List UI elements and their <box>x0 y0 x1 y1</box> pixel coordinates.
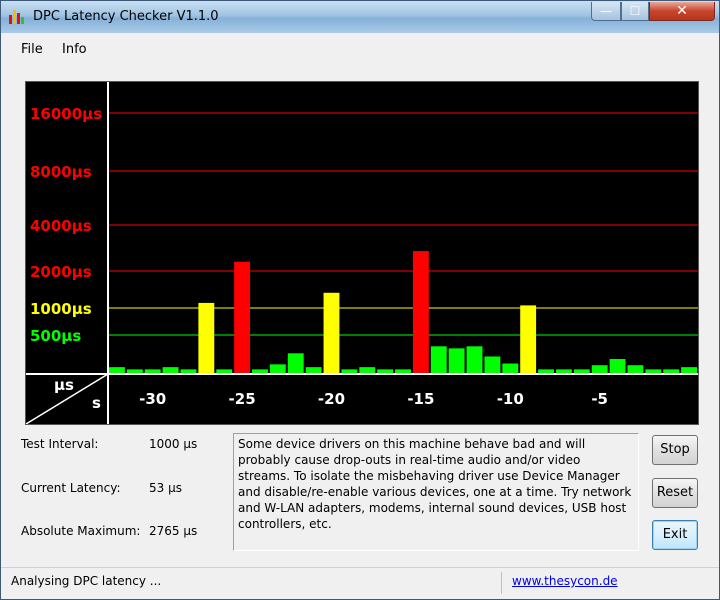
y-tick-label: 4000µs <box>30 217 92 235</box>
minimize-button[interactable]: — <box>591 2 621 21</box>
status-text: Analysing DPC latency ... <box>11 574 162 588</box>
maximize-button[interactable]: ☐ <box>621 2 649 21</box>
x-tick-label: -30 <box>139 390 166 408</box>
title-bar[interactable]: DPC Latency Checker V1.1.0 — ☐ ✕ <box>1 1 719 33</box>
current-latency-label: Current Latency: <box>21 481 121 495</box>
latency-bar <box>520 305 537 374</box>
app-bars-icon <box>9 10 25 24</box>
x-tick-label: -10 <box>497 390 524 408</box>
latency-bar <box>412 251 429 374</box>
website-link[interactable]: www.thesycon.de <box>512 574 618 588</box>
current-latency-value: 53 µs <box>149 481 182 495</box>
exit-button[interactable]: Exit <box>652 520 698 550</box>
menu-bar: File Info <box>1 39 719 61</box>
diagnostic-message: Some device drivers on this machine beha… <box>233 433 639 551</box>
latency-bar <box>234 261 251 374</box>
status-divider <box>501 572 502 594</box>
y-tick-label: 2000µs <box>30 263 92 281</box>
latency-bar <box>109 367 125 374</box>
latency-bar <box>269 364 286 374</box>
x-tick-label: -25 <box>229 390 256 408</box>
y-tick-label: 500µs <box>30 327 81 345</box>
latency-bar <box>430 346 447 374</box>
latency-bar <box>484 356 501 374</box>
test-interval-label: Test Interval: <box>21 437 99 451</box>
x-tick-label: -20 <box>318 390 345 408</box>
latency-bar <box>287 353 304 374</box>
latency-bar <box>448 348 465 374</box>
minimize-icon: — <box>600 4 612 18</box>
latency-bar <box>198 302 215 374</box>
close-icon: ✕ <box>676 3 688 19</box>
latency-bar <box>502 363 519 374</box>
latency-chart: 16000µs 8000µs 4000µs 2000µs 1000µs 500µs µs s -… <box>25 81 699 425</box>
absolute-maximum-value: 2765 µs <box>149 524 198 538</box>
absolute-maximum-label: Absolute Maximum: <box>21 524 141 538</box>
latency-bar <box>162 367 179 374</box>
latency-bar <box>681 367 697 374</box>
x-tick-label: -5 <box>591 390 608 408</box>
maximize-icon: ☐ <box>629 4 641 18</box>
y-tick-label: 8000µs <box>30 163 92 181</box>
x-axis-unit-label: s <box>92 394 101 412</box>
stop-button[interactable]: Stop <box>652 435 698 465</box>
reset-button[interactable]: Reset <box>652 478 698 508</box>
menu-info[interactable]: Info <box>62 42 87 57</box>
close-button[interactable]: ✕ <box>649 2 715 21</box>
latency-bar <box>359 367 376 374</box>
latency-chart-svg: 16000µs 8000µs 4000µs 2000µs 1000µs 500µs µss -… <box>26 82 698 424</box>
y-axis-unit-label: µs <box>54 376 74 394</box>
y-tick-label: 1000µs <box>30 300 92 318</box>
latency-bar <box>305 367 322 374</box>
app-window: DPC Latency Checker V1.1.0 — ☐ ✕ File In… <box>0 0 720 600</box>
status-bar: Analysing DPC latency ... www.thesycon.d… <box>1 567 719 600</box>
window-title: DPC Latency Checker V1.1.0 <box>33 9 219 24</box>
test-interval-value: 1000 µs <box>149 437 198 451</box>
latency-bar <box>591 365 608 374</box>
latency-bar <box>466 346 483 374</box>
latency-bar <box>609 359 626 374</box>
menu-file[interactable]: File <box>21 42 43 57</box>
x-tick-label: -15 <box>407 390 434 408</box>
latency-bar <box>627 365 644 374</box>
y-tick-label: 16000µs <box>30 105 102 123</box>
latency-bar <box>323 292 340 374</box>
